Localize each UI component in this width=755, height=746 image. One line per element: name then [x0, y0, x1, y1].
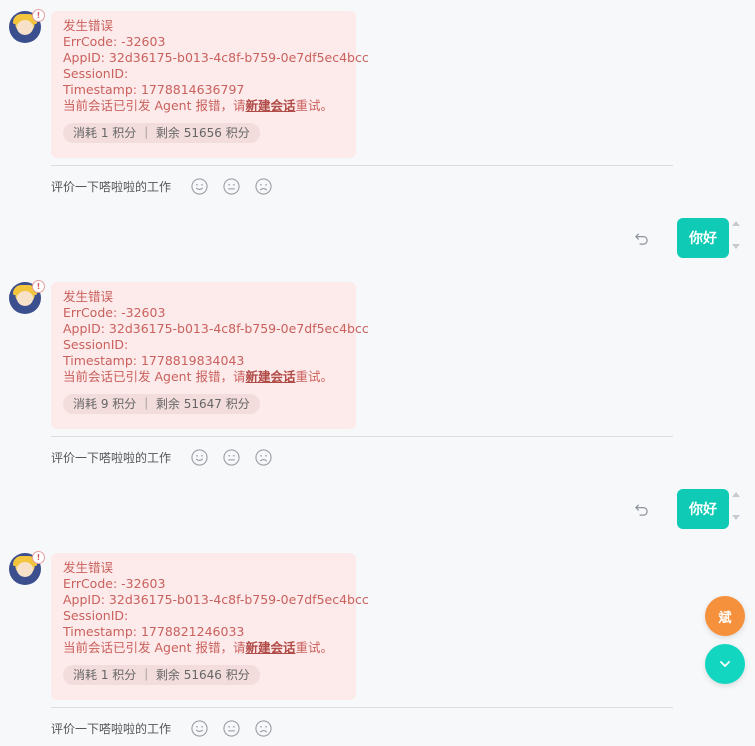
neutral-face-icon[interactable]	[223, 177, 240, 195]
neutral-face-icon[interactable]	[223, 719, 240, 737]
timestamp: Timestamp: 1778819834043	[63, 353, 245, 368]
error-code: ErrCode: -32603	[63, 305, 166, 320]
error-notice: 当前会话已引发 Agent 报错，请新建会话重试。	[63, 98, 333, 113]
error-message-card: 发生错误 ErrCode: -32603 AppID: 32d36175-b01…	[51, 282, 369, 429]
sad-face-icon[interactable]	[255, 719, 272, 737]
error-badge-icon: !	[32, 551, 45, 564]
divider	[51, 707, 673, 708]
error-title: 发生错误	[63, 289, 114, 304]
app-id: AppID: 32d36175-b013-4c8f-b759-0e7df5ec4…	[63, 592, 369, 607]
smile-face-icon[interactable]	[191, 448, 208, 466]
credit-cost-badge: 消耗 1 积分 ｜ 剩余 51656 积分	[63, 123, 260, 143]
app-id: AppID: 32d36175-b013-4c8f-b759-0e7df5ec4…	[63, 50, 369, 65]
session-id: SessionID:	[63, 337, 129, 352]
scroll-to-bottom-button[interactable]	[705, 644, 745, 684]
rating-prompt: 评价一下嗒啦啦的工作	[51, 450, 172, 465]
sad-face-icon[interactable]	[255, 177, 272, 195]
rating-bar: 评价一下嗒啦啦的工作	[51, 717, 272, 739]
message-nav-arrows[interactable]	[731, 489, 741, 523]
error-badge-icon: !	[32, 9, 45, 22]
error-message-card: 发生错误 ErrCode: -32603 AppID: 32d36175-b01…	[51, 11, 369, 158]
smile-face-icon[interactable]	[191, 719, 208, 737]
error-message-card: 发生错误 ErrCode: -32603 AppID: 32d36175-b01…	[51, 553, 369, 700]
error-title: 发生错误	[63, 560, 114, 575]
bot-avatar: !	[9, 9, 45, 43]
new-session-link[interactable]: 新建会话	[245, 640, 295, 655]
chevron-down-icon	[720, 661, 730, 667]
assistant-fab-button[interactable]: 斌	[705, 596, 745, 636]
sad-face-icon[interactable]	[255, 448, 272, 466]
message-nav-arrows[interactable]	[731, 218, 741, 252]
credit-cost-badge: 消耗 9 积分 ｜ 剩余 51647 积分	[63, 394, 260, 414]
new-session-link[interactable]: 新建会话	[245, 98, 295, 113]
error-title: 发生错误	[63, 18, 114, 33]
app-id: AppID: 32d36175-b013-4c8f-b759-0e7df5ec4…	[63, 321, 369, 336]
neutral-face-icon[interactable]	[223, 448, 240, 466]
retry-icon[interactable]	[634, 502, 649, 517]
error-code: ErrCode: -32603	[63, 34, 166, 49]
bot-avatar: !	[9, 551, 45, 585]
error-code: ErrCode: -32603	[63, 576, 166, 591]
user-message-bubble: 你好	[677, 489, 729, 529]
timestamp: Timestamp: 1778821246033	[63, 624, 245, 639]
user-message-bubble: 你好	[677, 218, 729, 258]
divider	[51, 165, 673, 166]
divider	[51, 436, 673, 437]
retry-icon[interactable]	[634, 231, 649, 246]
timestamp: Timestamp: 1778814636797	[63, 82, 245, 97]
new-session-link[interactable]: 新建会话	[245, 369, 295, 384]
error-badge-icon: !	[32, 280, 45, 293]
session-id: SessionID:	[63, 608, 129, 623]
session-id: SessionID:	[63, 66, 129, 81]
bot-avatar: !	[9, 280, 45, 314]
error-notice: 当前会话已引发 Agent 报错，请新建会话重试。	[63, 369, 333, 384]
rating-prompt: 评价一下嗒啦啦的工作	[51, 721, 172, 736]
credit-cost-badge: 消耗 1 积分 ｜ 剩余 51646 积分	[63, 665, 260, 685]
smile-face-icon[interactable]	[191, 177, 208, 195]
error-notice: 当前会话已引发 Agent 报错，请新建会话重试。	[63, 640, 333, 655]
rating-bar: 评价一下嗒啦啦的工作	[51, 446, 272, 468]
rating-prompt: 评价一下嗒啦啦的工作	[51, 179, 172, 194]
rating-bar: 评价一下嗒啦啦的工作	[51, 175, 272, 197]
